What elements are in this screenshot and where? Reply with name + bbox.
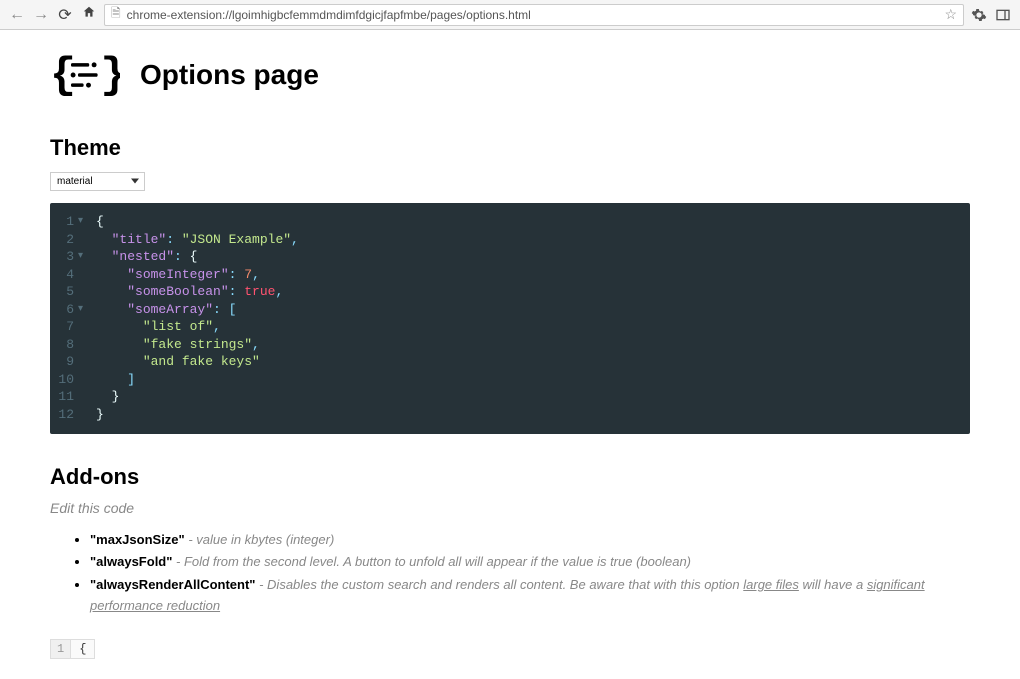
panel-icon[interactable] xyxy=(994,7,1012,23)
back-button[interactable]: ← xyxy=(8,6,26,24)
fold-toggle-icon xyxy=(78,388,92,406)
addon-item: "alwaysRenderAllContent" - Disables the … xyxy=(90,575,970,617)
addons-list: "maxJsonSize" - value in kbytes (integer… xyxy=(50,530,970,617)
reload-button[interactable]: ⟳ xyxy=(56,5,74,25)
page-title: Options page xyxy=(140,59,319,91)
page-icon: 🗎 xyxy=(111,4,121,25)
code-content: "someArray": [ xyxy=(92,301,236,319)
page-content: { } Options page Theme material 1▾{2 "ti… xyxy=(0,30,1020,679)
browser-toolbar: ← → ⟳ 🗎 ☆ xyxy=(0,0,1020,30)
code-content: "nested": { xyxy=(92,248,197,266)
fold-toggle-icon[interactable]: ▾ xyxy=(78,248,92,266)
code-content: ] xyxy=(92,371,135,389)
addon-key: "alwaysRenderAllContent" xyxy=(90,577,255,592)
line-number: 3 xyxy=(50,248,78,266)
code-line: 7 "list of", xyxy=(50,318,970,336)
line-number: 9 xyxy=(50,353,78,371)
addon-description: - value in kbytes (integer) xyxy=(185,532,335,547)
code-line: 5 "someBoolean": true, xyxy=(50,283,970,301)
svg-text:}: } xyxy=(100,52,120,100)
code-content: } xyxy=(92,388,119,406)
line-number: 8 xyxy=(50,336,78,354)
mini-editor-gutter: 1 xyxy=(51,640,71,658)
code-line: 11 } xyxy=(50,388,970,406)
code-content: "list of", xyxy=(92,318,221,336)
code-line: 9 "and fake keys" xyxy=(50,353,970,371)
fold-toggle-icon[interactable]: ▾ xyxy=(78,213,92,231)
address-bar[interactable]: 🗎 ☆ xyxy=(104,4,964,26)
fold-toggle-icon[interactable]: ▾ xyxy=(78,301,92,319)
fold-toggle-icon xyxy=(78,318,92,336)
line-number: 4 xyxy=(50,266,78,284)
addon-description: - Fold from the second level. A button t… xyxy=(172,554,691,569)
code-line: 8 "fake strings", xyxy=(50,336,970,354)
addon-description: will have a xyxy=(799,577,867,592)
code-content: { xyxy=(92,213,104,231)
fold-toggle-icon xyxy=(78,283,92,301)
code-line: 4 "someInteger": 7, xyxy=(50,266,970,284)
code-content: "and fake keys" xyxy=(92,353,260,371)
theme-section-title: Theme xyxy=(50,135,970,161)
addons-subtitle: Edit this code xyxy=(50,500,970,516)
line-number: 10 xyxy=(50,371,78,389)
fold-toggle-icon xyxy=(78,371,92,389)
code-line: 12} xyxy=(50,406,970,424)
addon-description: large files xyxy=(743,577,799,592)
forward-button[interactable]: → xyxy=(32,6,50,24)
fold-toggle-icon xyxy=(78,266,92,284)
addons-section-title: Add-ons xyxy=(50,464,970,490)
addon-key: "maxJsonSize" xyxy=(90,532,185,547)
line-number: 7 xyxy=(50,318,78,336)
code-content: "fake strings", xyxy=(92,336,260,354)
line-number: 1 xyxy=(50,213,78,231)
line-number: 2 xyxy=(50,231,78,249)
fold-toggle-icon xyxy=(78,336,92,354)
mini-editor-code[interactable]: { xyxy=(71,640,94,658)
code-line: 10 ] xyxy=(50,371,970,389)
extension-logo-icon: { } xyxy=(50,50,120,100)
line-number: 11 xyxy=(50,388,78,406)
code-content: "title": "JSON Example", xyxy=(92,231,299,249)
theme-select[interactable]: material xyxy=(50,172,145,191)
addon-key: "alwaysFold" xyxy=(90,554,172,569)
code-line: 1▾{ xyxy=(50,213,970,231)
line-number: 6 xyxy=(50,301,78,319)
addon-description: - Disables the custom search and renders… xyxy=(255,577,743,592)
code-content: "someInteger": 7, xyxy=(92,266,260,284)
gear-icon[interactable] xyxy=(970,7,988,23)
addons-code-editor[interactable]: 1 { xyxy=(50,639,95,659)
code-content: "someBoolean": true, xyxy=(92,283,283,301)
addon-item: "maxJsonSize" - value in kbytes (integer… xyxy=(90,530,970,551)
url-input[interactable] xyxy=(127,8,939,22)
fold-toggle-icon xyxy=(78,353,92,371)
home-button[interactable] xyxy=(80,5,98,24)
line-number: 5 xyxy=(50,283,78,301)
code-line: 3▾ "nested": { xyxy=(50,248,970,266)
line-number: 12 xyxy=(50,406,78,424)
fold-toggle-icon xyxy=(78,406,92,424)
bookmark-star-icon[interactable]: ☆ xyxy=(944,6,957,23)
theme-preview-editor: 1▾{2 "title": "JSON Example",3▾ "nested"… xyxy=(50,203,970,434)
code-content: } xyxy=(92,406,104,424)
fold-toggle-icon xyxy=(78,231,92,249)
addon-item: "alwaysFold" - Fold from the second leve… xyxy=(90,552,970,573)
page-header: { } Options page xyxy=(50,50,970,100)
code-line: 2 "title": "JSON Example", xyxy=(50,231,970,249)
code-line: 6▾ "someArray": [ xyxy=(50,301,970,319)
